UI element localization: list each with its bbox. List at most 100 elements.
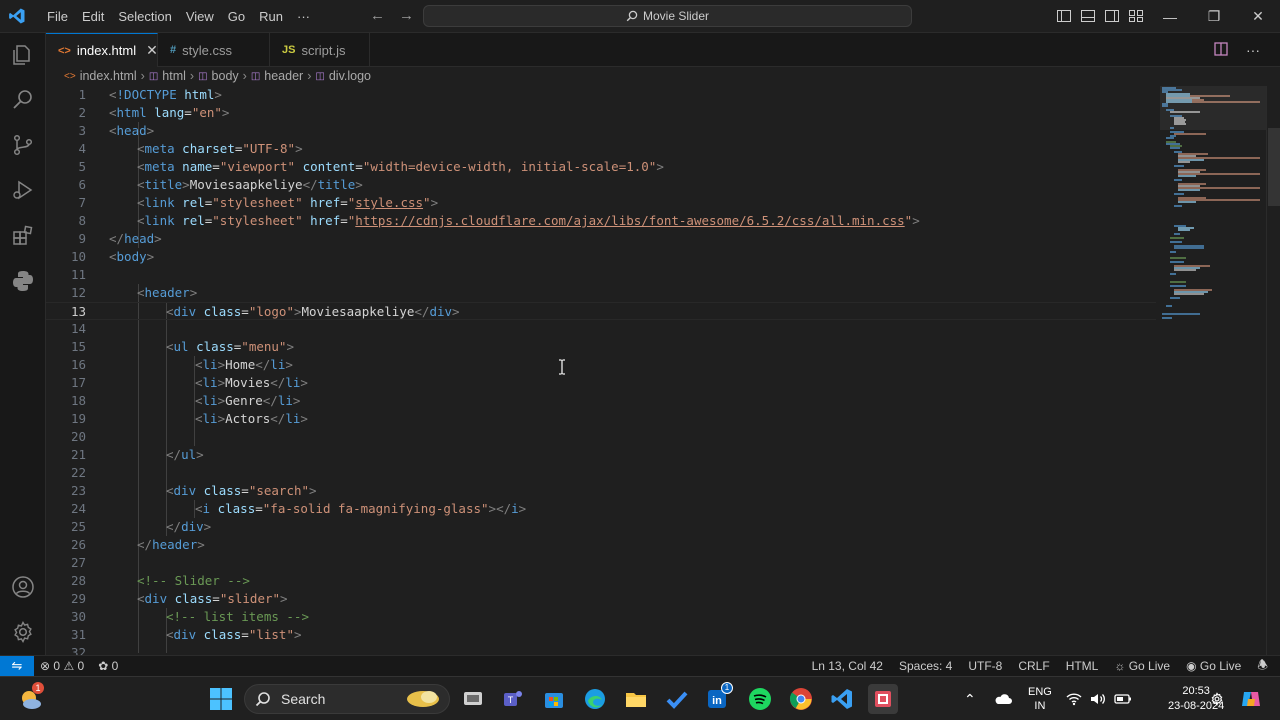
spotify-icon[interactable] (745, 684, 775, 714)
source-control-icon[interactable] (9, 131, 37, 159)
copilot-icon[interactable] (1236, 684, 1266, 714)
code-line[interactable]: <!-- Slider --> (137, 572, 250, 590)
language-mode[interactable]: HTML (1066, 659, 1099, 673)
toggle-primary-sidebar-icon[interactable] (1056, 8, 1072, 24)
microsoft-store-icon[interactable] (539, 684, 569, 714)
indentation[interactable]: Spaces: 4 (899, 659, 952, 673)
stylesheet-link[interactable]: https://cdnjs.cloudflare.com/ajax/libs/f… (355, 213, 904, 228)
show-hidden-icons-chevron-icon[interactable]: ⌃ (964, 691, 976, 708)
quick-settings[interactable] (1066, 677, 1132, 720)
vertical-scrollbar[interactable] (1266, 86, 1280, 655)
code-line[interactable]: <li>Home</li> (195, 356, 293, 374)
code-line[interactable]: <div class="slider"> (137, 590, 288, 608)
python-icon[interactable] (9, 267, 37, 295)
start-button[interactable] (206, 684, 236, 714)
snipping-tool-icon[interactable] (868, 684, 898, 714)
back-arrow-icon[interactable]: ← (370, 7, 385, 24)
forward-arrow-icon[interactable]: → (399, 7, 414, 24)
breadcrumb-item[interactable]: ◫ body (198, 69, 239, 83)
menu-view[interactable]: View (179, 0, 221, 33)
extensions-icon[interactable] (9, 222, 37, 250)
weather-widget-icon[interactable]: 1 (16, 682, 46, 714)
code-line[interactable]: </ul> (166, 446, 204, 464)
task-view-icon[interactable] (458, 684, 488, 714)
minimize-icon[interactable]: — (1148, 0, 1192, 33)
code-line[interactable]: <body> (109, 248, 154, 266)
code-editor[interactable]: 1 <!DOCTYPE html> 2 <html lang="en"> 3 <hea… (46, 86, 1156, 655)
code-line[interactable]: <div class="search"> (166, 482, 317, 500)
minimap[interactable] (1160, 86, 1266, 655)
notifications-bell-icon[interactable]: 🕭 (1257, 656, 1268, 677)
code-line[interactable]: </div> (166, 518, 211, 536)
ports-indicator[interactable]: ✿ 0 (98, 659, 118, 673)
taskbar-search[interactable]: Search (244, 684, 450, 714)
tab-script-js[interactable]: JS script.js (270, 33, 370, 67)
run-debug-icon[interactable] (9, 176, 37, 204)
more-actions-icon[interactable]: ··· (1246, 42, 1260, 59)
toggle-secondary-sidebar-icon[interactable] (1104, 8, 1120, 24)
code-line[interactable]: <meta charset="UTF-8"> (137, 140, 303, 158)
vscode-logo-icon[interactable] (8, 7, 26, 25)
chrome-icon[interactable] (786, 684, 816, 714)
toggle-panel-icon[interactable] (1080, 8, 1096, 24)
restore-icon[interactable]: ❐ (1192, 0, 1236, 33)
settings-gear-icon[interactable] (1210, 677, 1224, 720)
breadcrumb-item[interactable]: ◫ div.logo (315, 69, 371, 83)
code-line[interactable]: <link rel="stylesheet" href="style.css"> (137, 194, 438, 212)
code-line[interactable]: <ul class="menu"> (166, 338, 294, 356)
code-line[interactable]: <!-- list items --> (166, 608, 309, 626)
code-line[interactable]: <link rel="stylesheet" href="https://cdn… (137, 212, 920, 230)
scrollbar-thumb[interactable] (1268, 128, 1280, 206)
breadcrumb-item[interactable]: <> index.html (64, 69, 137, 83)
problems-indicator[interactable]: ⊗ 0 ⚠ 0 (40, 659, 84, 673)
split-editor-icon[interactable] (1214, 42, 1228, 59)
code-line[interactable]: <li>Movies</li> (195, 374, 308, 392)
menu-selection[interactable]: Selection (111, 0, 178, 33)
end-of-line[interactable]: CRLF (1018, 659, 1049, 673)
file-explorer-icon[interactable] (621, 684, 651, 714)
code-line[interactable]: <head> (109, 122, 154, 140)
code-line[interactable]: <li>Actors</li> (195, 410, 308, 428)
todo-icon[interactable] (662, 684, 692, 714)
code-line[interactable]: <html lang="en"> (109, 104, 229, 122)
edge-browser-icon[interactable] (580, 684, 610, 714)
explorer-icon[interactable] (9, 41, 37, 69)
settings-gear-icon[interactable] (9, 618, 37, 646)
current-line[interactable]: 13 <div class="logo">Moviesaapkeliye</div… (46, 302, 1156, 320)
breadcrumb-item[interactable]: ◫ header (251, 69, 303, 83)
code-line[interactable]: <header> (137, 284, 197, 302)
breadcrumb-item[interactable]: ◫ html (149, 69, 186, 83)
command-center[interactable]: Movie Slider (423, 5, 912, 27)
code-line[interactable]: <!DOCTYPE html> (109, 86, 222, 104)
remote-window-icon[interactable]: ⇋ (0, 656, 34, 676)
code-line[interactable]: <i class="fa-solid fa-magnifying-glass">… (195, 500, 526, 518)
code-line[interactable]: </header> (137, 536, 205, 554)
menu-file[interactable]: File (40, 0, 75, 33)
code-line[interactable]: </head> (109, 230, 162, 248)
input-language-indicator[interactable]: ENG IN (1028, 677, 1052, 720)
code-line[interactable]: <meta name="viewport" content="width=dev… (137, 158, 664, 176)
onedrive-cloud-icon[interactable] (994, 693, 1012, 705)
close-tab-icon[interactable]: ✕ (146, 42, 158, 59)
menu-go[interactable]: Go (221, 0, 252, 33)
menu-run[interactable]: Run (252, 0, 290, 33)
code-line[interactable]: <li>Genre</li> (195, 392, 300, 410)
tab-index-html[interactable]: <> index.html ✕ (46, 33, 158, 67)
menu-edit[interactable]: Edit (75, 0, 111, 33)
menu-more[interactable]: ··· (290, 0, 317, 33)
accounts-icon[interactable] (9, 573, 37, 601)
encoding[interactable]: UTF-8 (968, 659, 1002, 673)
close-window-icon[interactable]: ✕ (1236, 0, 1280, 33)
tab-style-css[interactable]: # style.css (158, 33, 270, 67)
vscode-taskbar-icon[interactable] (827, 684, 857, 714)
go-live-button[interactable]: ☼ Go Live (1114, 659, 1170, 673)
cursor-position[interactable]: Ln 13, Col 42 (812, 659, 883, 673)
teams-icon[interactable]: T (498, 684, 528, 714)
customize-layout-icon[interactable] (1128, 8, 1144, 24)
code-line[interactable]: <div class="logo">Moviesaapkeliye</div> (166, 303, 460, 321)
code-line[interactable]: <title>Moviesaapkeliye</title> (137, 176, 363, 194)
code-line[interactable]: <div class="list"> (166, 626, 302, 644)
search-sidebar-icon[interactable] (9, 86, 37, 114)
linkedin-icon[interactable]: in 1 (703, 682, 733, 714)
go-live-button-2[interactable]: ◉ Go Live (1186, 659, 1241, 673)
